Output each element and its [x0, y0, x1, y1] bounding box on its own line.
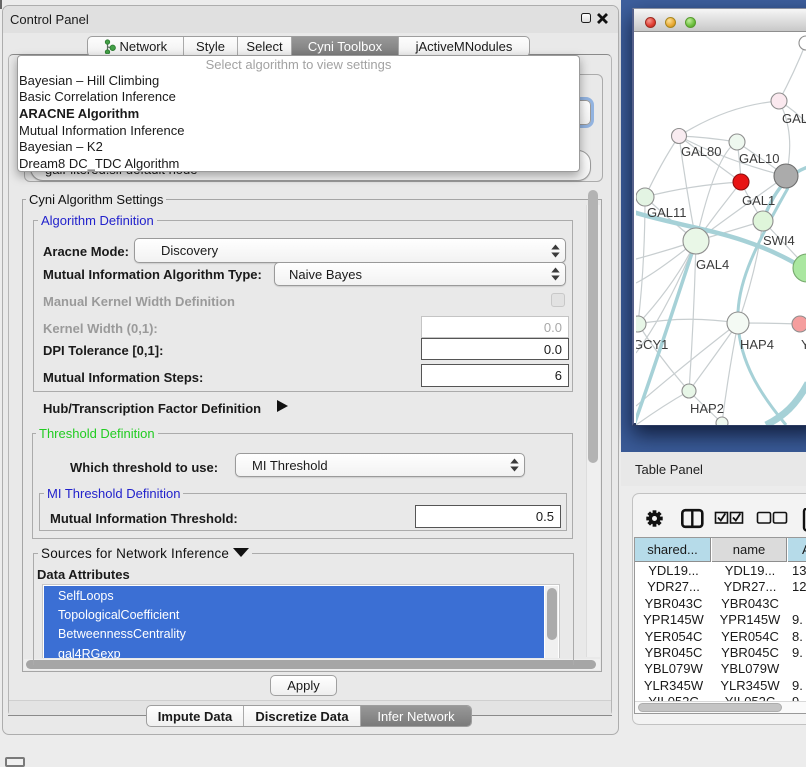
svg-text:GAL11: GAL11	[647, 205, 687, 220]
svg-text:SWI4: SWI4	[763, 233, 795, 248]
svg-text:GAL10: GAL10	[739, 151, 779, 166]
svg-text:Y: Y	[801, 337, 806, 352]
svg-text:GAL80: GAL80	[681, 144, 721, 159]
svg-text:GAL1: GAL1	[742, 193, 775, 208]
svg-text:HAP2: HAP2	[690, 401, 724, 416]
svg-text:GCY1: GCY1	[636, 337, 668, 352]
svg-text:GAL4: GAL4	[696, 257, 729, 272]
svg-text:HAP4: HAP4	[740, 337, 774, 352]
svg-text:GAL2: GAL2	[782, 111, 806, 126]
